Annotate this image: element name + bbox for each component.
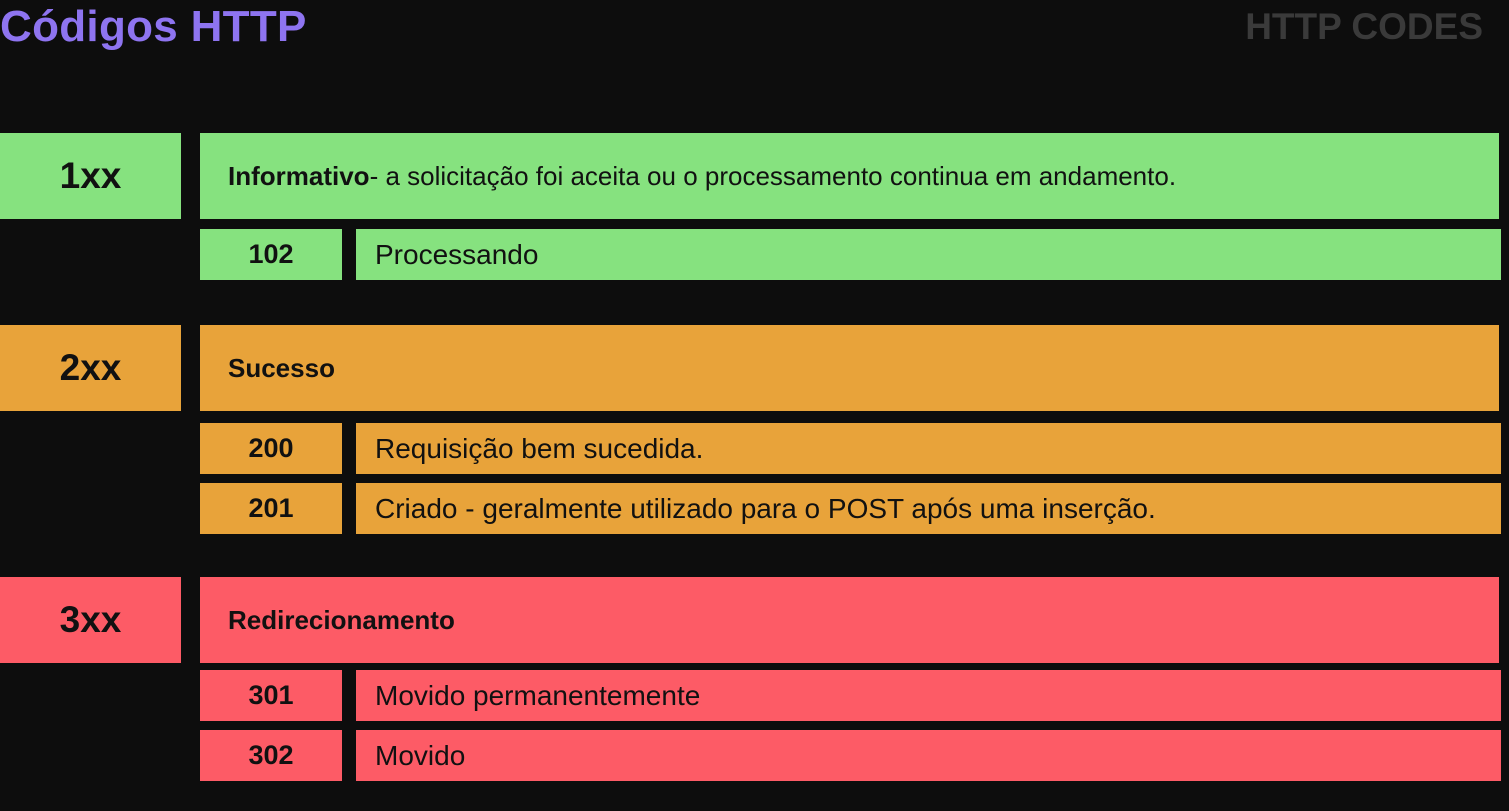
- group-code-1xx: 1xx: [0, 133, 181, 219]
- group-header-2xx: Sucesso: [200, 325, 1499, 411]
- status-code-102: 102: [200, 229, 342, 280]
- group-code-2xx: 2xx: [0, 325, 181, 411]
- group-header-3xx: Redirecionamento: [200, 577, 1499, 663]
- group-name: Redirecionamento: [228, 604, 455, 635]
- group-description: - a solicitação foi aceita ou o processa…: [369, 160, 1177, 191]
- status-desc-200: Requisição bem sucedida.: [356, 423, 1501, 474]
- status-code-201: 201: [200, 483, 342, 534]
- page-title: Códigos HTTP: [0, 2, 307, 51]
- status-desc-102: Processando: [356, 229, 1501, 280]
- group-name: Sucesso: [228, 352, 335, 383]
- page-subtitle: HTTP CODES: [1245, 6, 1483, 47]
- status-desc-301: Movido permanentemente: [356, 670, 1501, 721]
- group-header-1xx: Informativo - a solicitação foi aceita o…: [200, 133, 1499, 219]
- status-code-200: 200: [200, 423, 342, 474]
- status-code-302: 302: [200, 730, 342, 781]
- status-desc-302: Movido: [356, 730, 1501, 781]
- group-code-3xx: 3xx: [0, 577, 181, 663]
- status-code-301: 301: [200, 670, 342, 721]
- group-name: Informativo: [228, 160, 370, 191]
- status-desc-201: Criado - geralmente utilizado para o POS…: [356, 483, 1501, 534]
